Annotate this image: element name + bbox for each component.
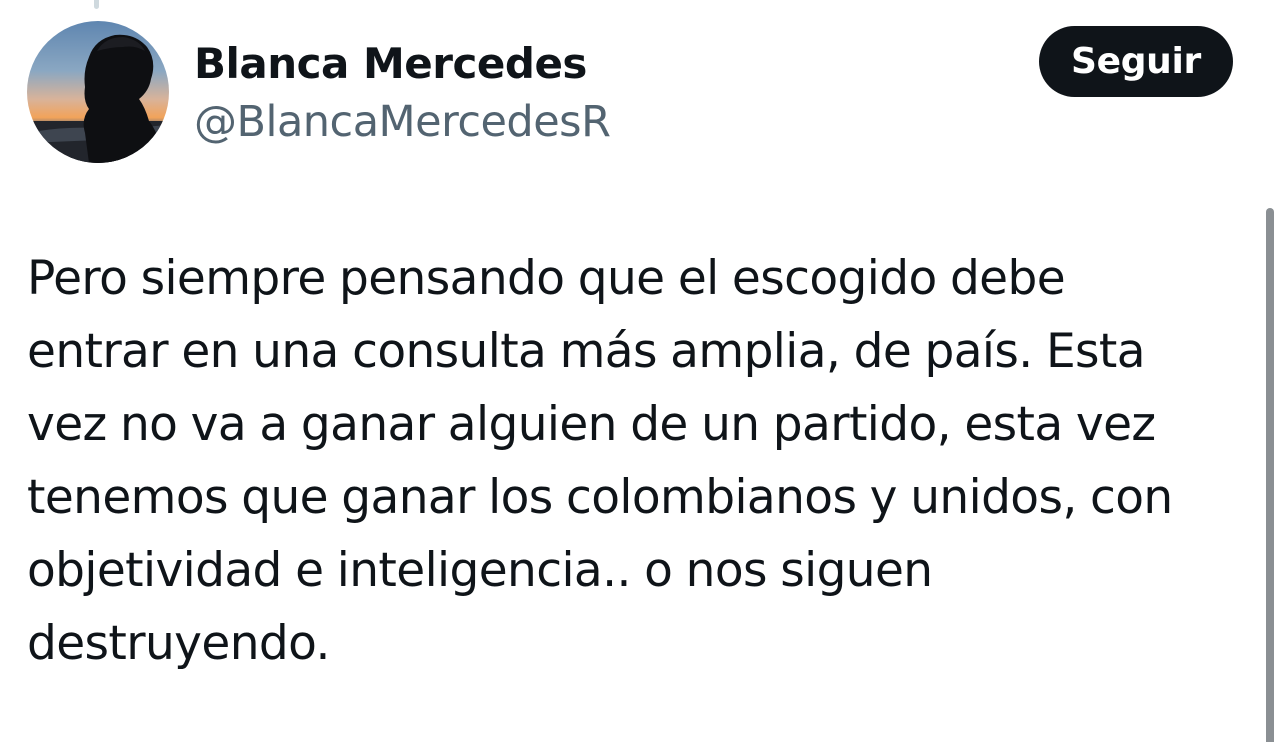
tweet-text: Pero siempre pensando que el escogido de… bbox=[27, 251, 1173, 671]
avatar[interactable] bbox=[27, 21, 169, 163]
follow-button[interactable]: Seguir bbox=[1039, 26, 1233, 97]
author-display-name[interactable]: Blanca Mercedes bbox=[194, 36, 587, 92]
profile-photo-icon bbox=[27, 21, 169, 163]
scrollbar[interactable] bbox=[1266, 208, 1274, 742]
thread-connector-line bbox=[94, 0, 99, 9]
author-handle[interactable]: @BlancaMercedesR bbox=[194, 93, 611, 151]
